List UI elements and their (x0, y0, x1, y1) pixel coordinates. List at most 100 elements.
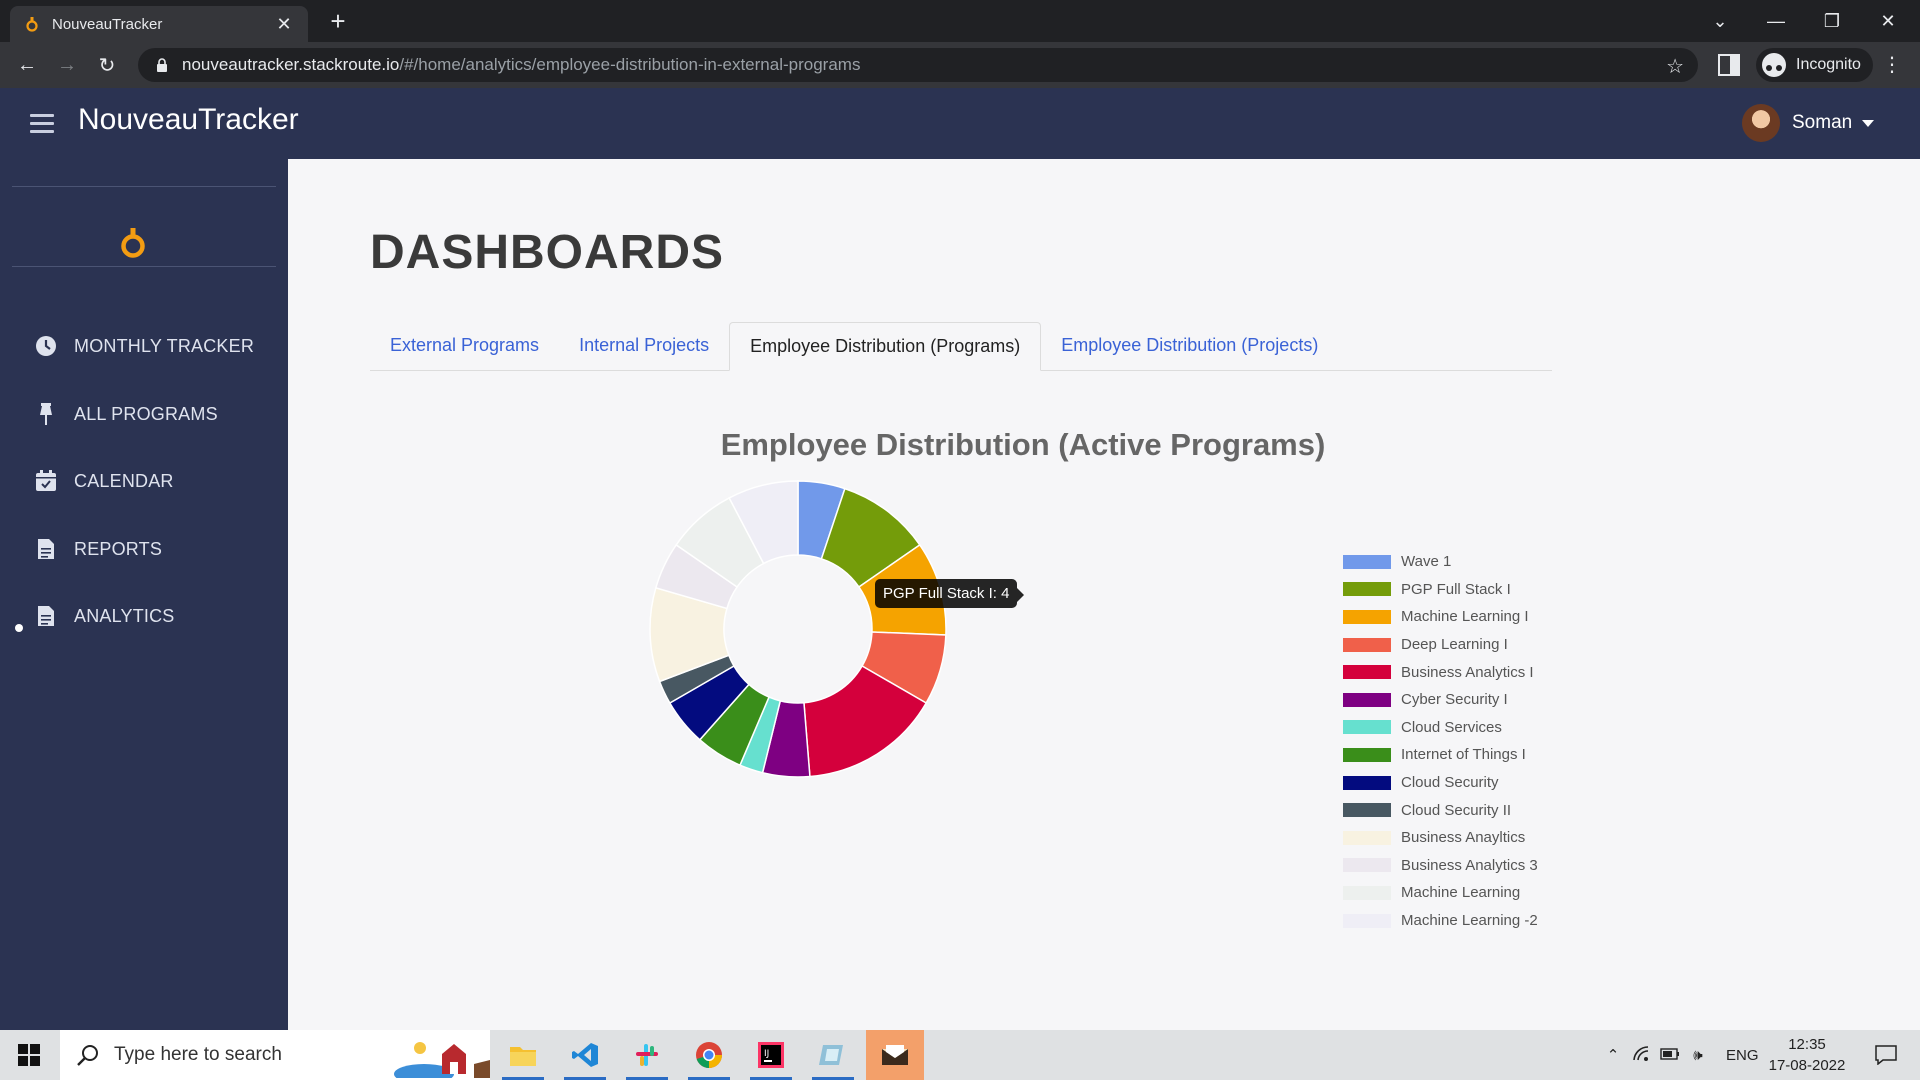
avatar (1742, 104, 1780, 142)
clock-time: 12:35 (1788, 1036, 1826, 1053)
legend-swatch (1343, 858, 1391, 873)
restore-icon[interactable]: ❐ (1804, 0, 1860, 42)
sidebar-item-all-programs[interactable]: ALL PROGRAMS (34, 402, 218, 426)
tab-search-icon[interactable]: ⌄ (1692, 0, 1748, 42)
sidebar-item-analytics[interactable]: ANALYTICS (34, 604, 175, 628)
legend-label: Business Anayltics (1401, 829, 1526, 847)
battery-icon[interactable] (1656, 1047, 1684, 1064)
incognito-label: Incognito (1796, 56, 1861, 73)
caret-down-icon (1862, 119, 1875, 127)
brand-logo-icon (121, 228, 145, 258)
legend-swatch (1343, 720, 1391, 735)
minimize-icon[interactable]: — (1748, 0, 1804, 42)
legend-swatch (1343, 803, 1391, 818)
legend-swatch (1343, 747, 1391, 762)
page-title: DASHBOARDS (370, 226, 725, 279)
incognito-icon (1762, 53, 1786, 77)
legend-item[interactable]: Machine Learning (1343, 879, 1538, 907)
app-title[interactable]: NouveauTracker (78, 103, 299, 137)
legend-item[interactable]: Cloud Services (1343, 714, 1538, 742)
sidebar-item-calendar[interactable]: CALENDAR (34, 469, 174, 493)
tab-employee-distribution-programs[interactable]: Employee Distribution (Programs) (729, 322, 1042, 371)
sidebar-item-label: ANALYTICS (74, 605, 175, 626)
taskbar-clock[interactable]: 12:35 17-08-2022 (1762, 1034, 1852, 1076)
chart-legend: Wave 1 PGP Full Stack I Machine Learning I… (1343, 548, 1538, 934)
legend-label: Cloud Services (1401, 718, 1502, 736)
tab-employee-distribution-projects[interactable]: Employee Distribution (Projects) (1041, 322, 1338, 371)
reload-icon[interactable]: ↻ (92, 50, 122, 80)
legend-item[interactable]: Cyber Security I (1343, 686, 1538, 714)
legend-swatch (1343, 913, 1391, 928)
legend-item[interactable]: Machine Learning I (1343, 603, 1538, 631)
hamburger-menu-icon[interactable] (30, 114, 54, 134)
close-tab-icon[interactable]: ✕ (274, 14, 294, 35)
incognito-indicator[interactable]: Incognito (1756, 48, 1873, 82)
volume-icon[interactable]: 🕪 (1684, 1047, 1712, 1064)
chrome-icon[interactable] (680, 1030, 738, 1080)
main-content: DASHBOARDS External Programs Internal Pr… (288, 159, 1920, 1030)
dashboard-tabs: External Programs Internal Projects Empl… (370, 322, 1552, 371)
url-host: nouveautracker.stackroute.io (182, 55, 400, 74)
legend-label: Machine Learning I (1401, 608, 1529, 626)
legend-label: Business Analytics 3 (1401, 856, 1538, 874)
notification-icon[interactable] (1866, 1030, 1906, 1080)
forward-icon[interactable]: → (52, 50, 82, 80)
legend-item[interactable]: Cloud Security (1343, 769, 1538, 797)
legend-item[interactable]: Business Anayltics (1343, 824, 1538, 852)
address-bar[interactable]: nouveautracker.stackroute.io /#/home/ana… (138, 48, 1698, 82)
chevron-up-icon[interactable]: ⌃ (1600, 1046, 1626, 1064)
intellij-icon[interactable]: IJ (742, 1030, 800, 1080)
app-root: NouveauTracker Soman MONTHLY TRACKER ALL… (0, 88, 1920, 1030)
legend-swatch (1343, 582, 1391, 597)
windows-start-icon[interactable] (0, 1030, 58, 1080)
back-icon[interactable]: ← (12, 50, 42, 80)
sidebar-divider (12, 186, 276, 187)
legend-item[interactable]: Wave 1 (1343, 548, 1538, 576)
slack-icon[interactable] (618, 1030, 676, 1080)
document-icon (34, 604, 58, 628)
vscode-icon[interactable] (556, 1030, 614, 1080)
clock-icon (34, 334, 58, 358)
sidebar-divider (12, 266, 276, 267)
legend-item[interactable]: Business Analytics 3 (1343, 852, 1538, 880)
network-icon[interactable] (1626, 1045, 1656, 1065)
side-panel-icon[interactable] (1718, 54, 1740, 76)
legend-item[interactable]: Machine Learning -2 (1343, 907, 1538, 935)
chart-title: Employee Distribution (Active Programs) (720, 427, 1326, 462)
browser-menu-icon[interactable]: ⋮ (1882, 52, 1902, 77)
notes-app-icon[interactable] (804, 1030, 862, 1080)
mail-app-icon[interactable] (866, 1030, 924, 1080)
legend-item[interactable]: Business Analytics I (1343, 658, 1538, 686)
sidebar: MONTHLY TRACKER ALL PROGRAMS CALENDAR RE… (0, 159, 288, 1030)
sidebar-item-label: CALENDAR (74, 470, 174, 491)
sidebar-item-monthly-tracker[interactable]: MONTHLY TRACKER (34, 334, 254, 358)
file-explorer-icon[interactable] (494, 1030, 552, 1080)
legend-label: Machine Learning (1401, 884, 1521, 902)
legend-label: Cyber Security I (1401, 691, 1508, 709)
tab-internal-projects[interactable]: Internal Projects (559, 322, 729, 371)
language-indicator[interactable]: ENG (1726, 1047, 1759, 1064)
top-navbar: NouveauTracker Soman (0, 88, 1920, 159)
user-menu[interactable]: Soman (1742, 104, 1875, 142)
legend-swatch (1343, 885, 1391, 900)
legend-item[interactable]: PGP Full Stack I (1343, 576, 1538, 604)
legend-swatch (1343, 637, 1391, 652)
sidebar-item-label: REPORTS (74, 538, 163, 559)
browser-tab[interactable]: NouveauTracker ✕ (10, 6, 308, 42)
legend-item[interactable]: Internet of Things I (1343, 741, 1538, 769)
sidebar-item-reports[interactable]: REPORTS (34, 537, 162, 561)
tab-external-programs[interactable]: External Programs (370, 322, 559, 371)
bookmark-star-icon[interactable]: ☆ (1666, 54, 1684, 79)
browser-tab-strip: NouveauTracker ✕ + ⌄ — ❐ ✕ (0, 0, 1920, 42)
browser-tab-title: NouveauTracker (52, 15, 163, 33)
close-window-icon[interactable]: ✕ (1860, 0, 1916, 42)
taskbar-search-box[interactable]: Type here to search (60, 1030, 490, 1080)
legend-swatch (1343, 665, 1391, 680)
search-placeholder: Type here to search (114, 1044, 282, 1065)
legend-item[interactable]: Cloud Security II (1343, 796, 1538, 824)
doughnut-chart (649, 480, 947, 778)
legend-label: Machine Learning -2 (1401, 912, 1538, 930)
svg-text:IJ: IJ (764, 1049, 769, 1059)
legend-item[interactable]: Deep Learning I (1343, 631, 1538, 659)
new-tab-icon[interactable]: + (324, 8, 352, 34)
